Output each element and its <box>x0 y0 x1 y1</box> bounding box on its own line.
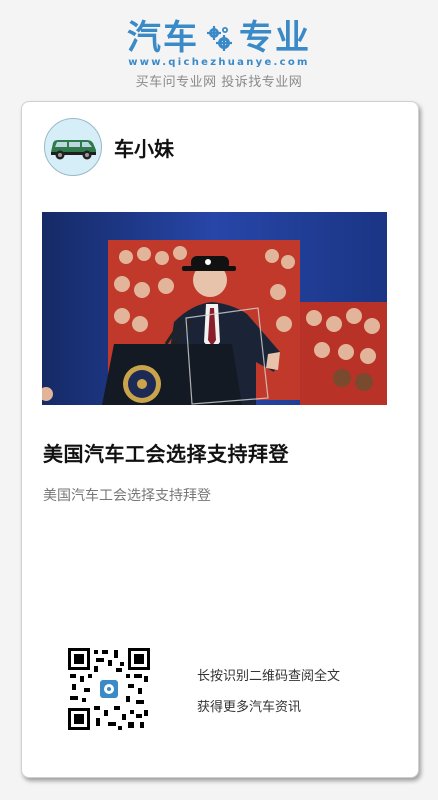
article-summary: 美国汽车工会选择支持拜登 <box>43 488 211 504</box>
logo-url: www.qichezhuanye.com <box>128 57 310 68</box>
logo-text-right: 专业 <box>239 18 311 58</box>
qr-hint-line1: 长按识别二维码查阅全文 <box>197 669 341 684</box>
author-name: 车小妹 <box>114 136 174 161</box>
avatar <box>44 118 102 176</box>
gear-icon <box>207 26 232 51</box>
logo-slogan: 买车问专业网 投诉找专业网 <box>135 75 303 90</box>
author-row: 车小妹 <box>44 118 174 176</box>
logo-text-left: 汽车 <box>127 18 199 58</box>
article-card[interactable]: 车小妹 美国汽车工会选择支持拜登 美国汽车工会选择支持拜登 长按识别二维码查阅全… <box>21 101 419 778</box>
qr-hint-line2: 获得更多汽车资讯 <box>197 700 302 715</box>
car-avatar-icon <box>51 140 96 160</box>
share-poster: 汽车 专业 www.qichezhuanye.com 买车问专业网 投诉找专业网 <box>0 0 438 800</box>
article-title[interactable]: 美国汽车工会选择支持拜登 <box>43 438 398 467</box>
site-logo: 汽车 专业 <box>0 18 438 58</box>
qr-code-icon[interactable] <box>68 648 150 730</box>
cover-image[interactable] <box>42 212 387 405</box>
